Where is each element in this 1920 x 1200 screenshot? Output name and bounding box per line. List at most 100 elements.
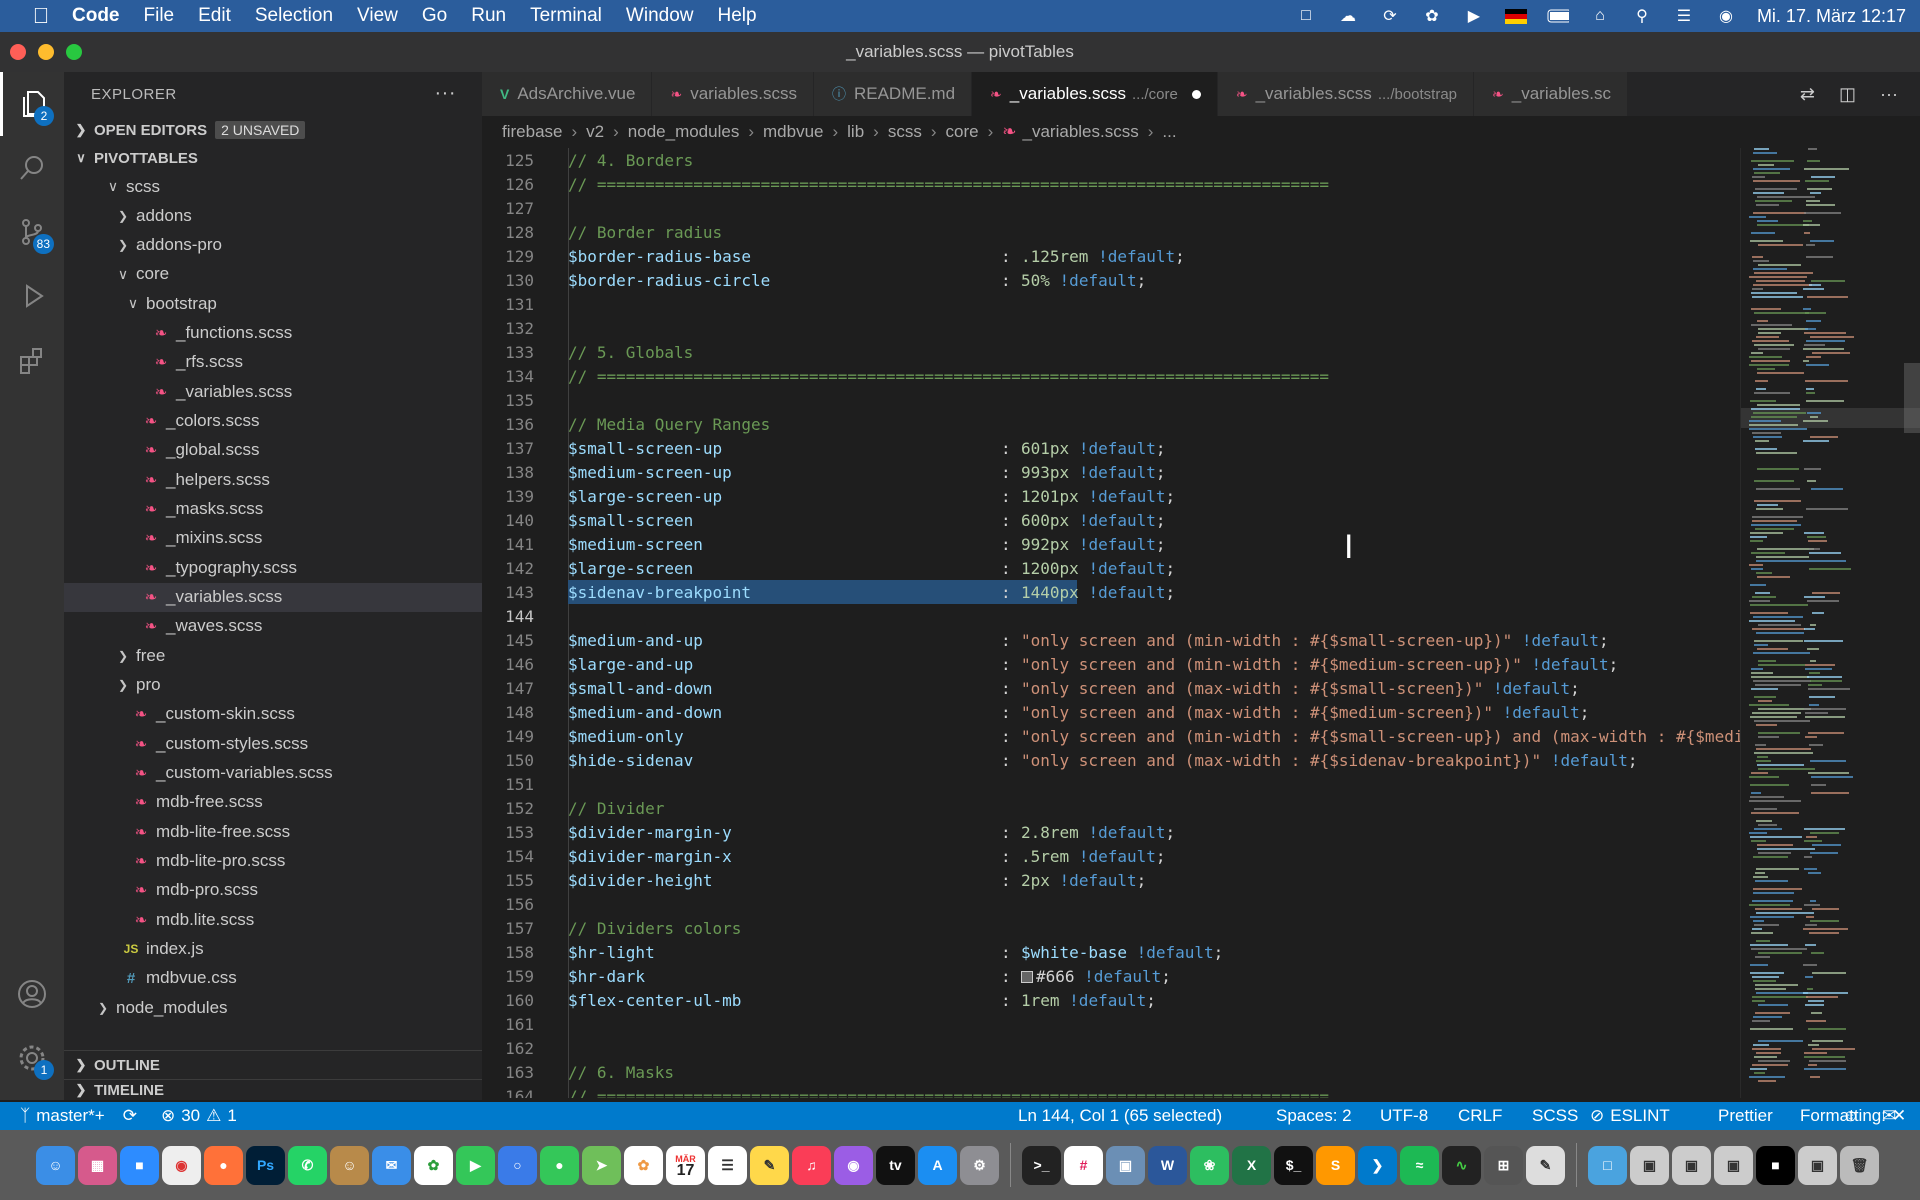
search-activity[interactable] xyxy=(0,136,64,200)
menubar-clock[interactable]: Mi. 17. März 12:17 xyxy=(1757,6,1906,27)
battery-icon[interactable] xyxy=(1547,7,1569,25)
outline-section[interactable]: ❯ OUTLINE xyxy=(64,1050,482,1079)
manage-activity[interactable]: 1 xyxy=(0,1026,64,1090)
editor-tab[interactable]: ❧ _variables.sc xyxy=(1474,72,1628,116)
explorer-activity[interactable]: 2 xyxy=(0,72,64,136)
tree-file[interactable]: ❧ mdb-lite-pro.scss xyxy=(64,847,482,876)
open-editors-section[interactable]: ❯ OPEN EDITORS 2 UNSAVED xyxy=(64,116,482,144)
code-line[interactable]: 150 $hide-sidenav: "only screen and (max-w… xyxy=(482,748,1740,772)
feedback-icon[interactable]: ☺ xyxy=(1842,1106,1859,1126)
sync-status-icon[interactable]: ⟳ xyxy=(1379,7,1401,25)
menu-terminal[interactable]: Terminal xyxy=(530,5,602,27)
tree-file[interactable]: ❧ mdb-lite-free.scss xyxy=(64,817,482,846)
breadcrumb-item[interactable]: scss xyxy=(888,122,922,142)
code-line[interactable]: 144 xyxy=(482,604,1740,628)
code-line[interactable]: 155 $divider-height:2px !default; xyxy=(482,868,1740,892)
code-line[interactable]: 159 $hr-dark: #666 !default; xyxy=(482,964,1740,988)
tree-folder[interactable]: ❯ addons xyxy=(64,201,482,230)
code-line[interactable]: 157 // Dividers colors xyxy=(482,916,1740,940)
code-line[interactable]: 143 $sidenav-breakpoint:1440px !default; xyxy=(482,580,1740,604)
breadcrumb-item[interactable]: v2 xyxy=(586,122,604,142)
code-line[interactable]: 141 $medium-screen:992px !default; xyxy=(482,532,1740,556)
notifications-icon[interactable]: ✉ xyxy=(1882,1106,1896,1126)
tree-folder[interactable]: ❯ addons-pro xyxy=(64,231,482,260)
messages-icon[interactable]: ● xyxy=(540,1145,579,1185)
tree-file[interactable]: ❧ _typography.scss xyxy=(64,553,482,582)
maps-icon[interactable]: ➤ xyxy=(582,1145,621,1185)
minimize-window-button[interactable] xyxy=(38,44,54,60)
breadcrumb-item[interactable]: firebase xyxy=(502,122,562,142)
code-line[interactable]: 158 $hr-light: $white-base !default; xyxy=(482,940,1740,964)
cursor-position[interactable]: Ln 144, Col 1 (65 selected) xyxy=(1018,1106,1222,1126)
firefox-icon[interactable]: ● xyxy=(204,1145,243,1185)
zoom-status-icon[interactable]: □ xyxy=(1295,7,1317,25)
menu-help[interactable]: Help xyxy=(718,5,757,27)
tree-file[interactable]: ❧ _custom-variables.scss xyxy=(64,759,482,788)
notes-icon[interactable]: ✎ xyxy=(750,1145,789,1185)
source-control-activity[interactable]: 83 xyxy=(0,200,64,264)
editor-tab[interactable]: ❧ _variables.scss .../core xyxy=(972,72,1218,116)
editor-tab[interactable]: ❧ _variables.scss .../bootstrap xyxy=(1217,72,1475,116)
tree-file[interactable]: ❧ _colors.scss xyxy=(64,407,482,436)
code-line[interactable]: 131 xyxy=(482,292,1740,316)
contacts-icon[interactable]: ☺ xyxy=(330,1145,369,1185)
code-line[interactable]: 163 // 6. Masks xyxy=(482,1060,1740,1084)
code-line[interactable]: 127 xyxy=(482,196,1740,220)
spotify-icon[interactable]: ≈ xyxy=(1400,1145,1439,1185)
sync-icon[interactable]: ⟳ xyxy=(123,1106,137,1126)
slack-icon[interactable]: # xyxy=(1064,1145,1103,1185)
tree-file[interactable]: ❧ _variables.scss xyxy=(64,582,482,612)
textedit-icon[interactable]: ✎ xyxy=(1526,1145,1565,1185)
terminal-icon[interactable]: >_ xyxy=(1022,1145,1061,1185)
tree-file[interactable]: # mdbvue.css xyxy=(64,964,482,993)
facetime-icon[interactable]: ▶ xyxy=(456,1145,495,1185)
code-line[interactable]: 137 $small-screen-up:601px !default; xyxy=(482,436,1740,460)
cloud-status-icon[interactable]: ☁ xyxy=(1337,7,1359,25)
zoom-window-button[interactable] xyxy=(66,44,82,60)
tree-file[interactable]: ❧ _masks.scss xyxy=(64,495,482,524)
prettier-status[interactable]: Prettier xyxy=(1718,1106,1773,1126)
tree-file[interactable]: ❧ _custom-skin.scss xyxy=(64,700,482,729)
code-line[interactable]: 140 $small-screen:600px !default; xyxy=(482,508,1740,532)
menu-file[interactable]: File xyxy=(144,5,175,27)
breadcrumb-item[interactable]: _variables.scss xyxy=(1023,122,1139,142)
window-preview-icon[interactable]: ▣ xyxy=(1798,1145,1837,1185)
reminders-icon[interactable]: ☰ xyxy=(708,1145,747,1185)
chrome-icon[interactable]: ◉ xyxy=(162,1145,201,1185)
tree-folder[interactable]: ❯ free xyxy=(64,641,482,670)
menu-app[interactable]: Code xyxy=(72,5,120,27)
spotlight-search-icon[interactable]: ⚲ xyxy=(1631,7,1653,25)
code-editor[interactable]: 125 // 4. Borders 126 // ==================… xyxy=(482,148,1740,1098)
apple-menu-icon[interactable]:  xyxy=(28,3,54,29)
eslint-status[interactable]: ⊘ ESLINT xyxy=(1590,1106,1670,1126)
tree-file[interactable]: ❧ _helpers.scss xyxy=(64,465,482,494)
more-actions-icon[interactable]: ··· xyxy=(435,82,456,105)
code-line[interactable]: 161 xyxy=(482,1012,1740,1036)
split-editor-icon[interactable]: ◫ xyxy=(1839,84,1856,105)
code-line[interactable]: 152 // Divider xyxy=(482,796,1740,820)
code-line[interactable]: 128 // Border radius xyxy=(482,220,1740,244)
code-line[interactable]: 149 $medium-only: "only screen and (min-wi… xyxy=(482,724,1740,748)
code-line[interactable]: 147 $small-and-down: "only screen and (max… xyxy=(482,676,1740,700)
tree-file[interactable]: ❧ mdb-pro.scss xyxy=(64,876,482,905)
tree-file[interactable]: ❧ _global.scss xyxy=(64,436,482,465)
folder-icon[interactable]: □ xyxy=(1588,1145,1627,1185)
accounts-activity[interactable] xyxy=(0,962,64,1026)
word-icon[interactable]: W xyxy=(1148,1145,1187,1185)
window-preview-icon[interactable]: ▣ xyxy=(1714,1145,1753,1185)
code-line[interactable]: 148 $medium-and-down: "only screen and (ma… xyxy=(482,700,1740,724)
window-preview-icon[interactable]: ▣ xyxy=(1630,1145,1669,1185)
code-line[interactable]: 156 xyxy=(482,892,1740,916)
code-line[interactable]: 132 xyxy=(482,316,1740,340)
calendar-icon[interactable]: MÄR 17 xyxy=(666,1145,705,1185)
timeline-section[interactable]: ❯ TIMELINE xyxy=(64,1079,482,1100)
code-line[interactable]: 125 // 4. Borders xyxy=(482,148,1740,172)
tree-file[interactable]: JS index.js xyxy=(64,935,482,964)
vscode-icon[interactable]: ❯ xyxy=(1358,1145,1397,1185)
menu-view[interactable]: View xyxy=(357,5,398,27)
editor-tab[interactable]: ❧ variables.scss xyxy=(652,72,814,116)
run-debug-activity[interactable] xyxy=(0,264,64,328)
code-line[interactable]: 130 $border-radius-circle:50% !default; xyxy=(482,268,1740,292)
tree-folder[interactable]: ❯ pro xyxy=(64,671,482,700)
editor-tab[interactable]: ⓘ README.md xyxy=(813,72,973,116)
